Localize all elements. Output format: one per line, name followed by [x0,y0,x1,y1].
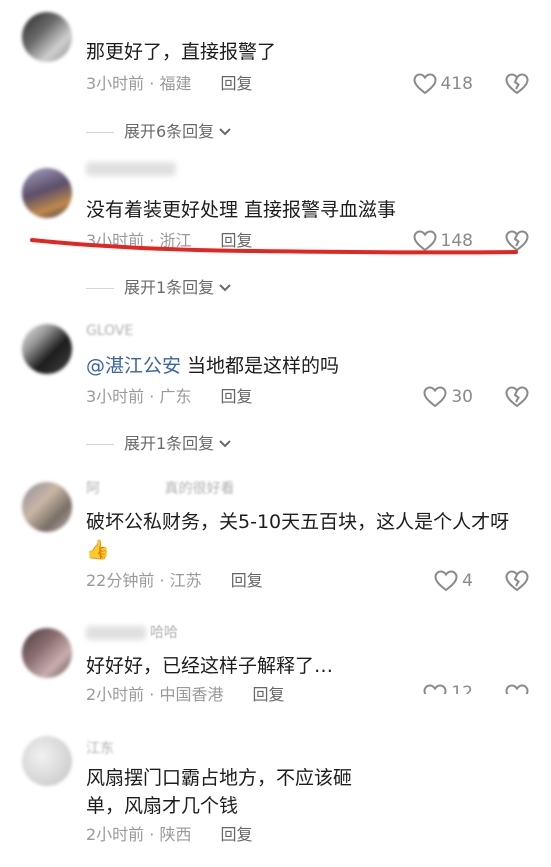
comment-time: 22分钟前 · 江苏 [86,571,202,590]
thumbs-up-emoji: 👍 [86,539,110,561]
divider [86,287,114,289]
comment-body: 破坏公私财务，关5-10天五百块，这人是个人才呀 [86,511,510,533]
user-name[interactable] [86,162,176,176]
comment-body: 当地都是这样的吗 [181,355,340,377]
user-name[interactable]: 哈哈 [150,622,178,644]
avatar[interactable] [22,12,72,62]
like-button[interactable]: 12 [423,684,473,694]
reply-button[interactable]: 回复 [221,74,253,93]
comment-meta: 3小时前 · 广东 回复 [86,386,253,408]
reply-button[interactable]: 回复 [221,825,253,844]
heart-icon [423,684,447,694]
reply-button[interactable]: 回复 [253,685,285,704]
expand-label: 展开6条回复 [124,122,215,141]
comment-time: 3小时前 · 广东 [86,387,192,406]
broken-heart-icon [505,684,529,694]
chevron-down-icon [219,440,231,448]
broken-heart-icon [505,386,529,408]
comment-text: 风扇摆门口霸占地方，不应该砸单，风扇才几个钱 [86,767,353,817]
user-name[interactable]: 江东 [86,738,114,760]
like-count: 12 [451,684,473,694]
avatar[interactable] [22,482,72,532]
heart-icon [423,386,447,408]
comment-meta: 22分钟前 · 江苏 回复 [86,570,263,592]
divider [86,443,114,445]
comment-text: 没有着装更好处理 直接报警寻血滋事 [86,199,397,221]
avatar[interactable] [22,324,72,374]
avatar[interactable] [22,628,72,678]
heart-icon [413,73,437,95]
expand-replies[interactable]: 展开1条回复 [86,433,232,455]
expand-label: 展开1条回复 [124,434,215,453]
user-name-start: 阿 [86,481,100,497]
comment-text: 好好好，已经这样子解释了… [86,655,334,677]
dislike-button[interactable] [505,684,529,694]
comment-time: 2小时前 · 中国香港 [86,685,224,704]
chevron-down-icon [219,128,231,136]
comment-meta: 3小时前 · 福建 回复 [86,73,253,95]
dislike-button[interactable] [505,73,529,99]
user-name-end: 真的很好看 [164,481,235,497]
comment-time: 3小时前 · 福建 [86,74,192,93]
comment-text: 破坏公私财务，关5-10天五百块，这人是个人才呀 👍 [86,508,523,564]
like-count: 4 [462,571,473,591]
like-count: 418 [440,74,473,94]
reply-button[interactable]: 回复 [231,571,263,590]
like-count: 30 [451,387,473,407]
dislike-button[interactable] [505,570,529,596]
broken-heart-icon [505,570,529,592]
red-annotation-line [30,238,518,255]
like-button[interactable]: 418 [413,73,473,95]
user-name[interactable]: GLOVE [86,320,133,342]
expand-replies[interactable]: 展开1条回复 [86,277,232,299]
like-button[interactable]: 30 [423,386,473,408]
expand-replies[interactable]: 展开6条回复 [86,121,232,143]
user-name-blur [86,626,146,640]
chevron-down-icon [219,284,231,292]
reply-button[interactable]: 回复 [221,387,253,406]
divider [86,131,114,133]
heart-icon [434,570,458,592]
expand-label: 展开1条回复 [124,278,215,297]
like-button[interactable]: 4 [434,570,473,592]
comment-time: 2小时前 · 陕西 [86,825,192,844]
avatar[interactable] [22,736,72,786]
dislike-button[interactable] [505,386,529,412]
comment-text: 那更好了，直接报警了 [86,41,277,63]
comment-meta: 2小时前 · 中国香港 回复 [86,684,285,706]
comment-text: @湛江公安 当地都是这样的吗 [86,352,523,380]
user-name[interactable]: 阿 真的很好看 [86,478,234,500]
comment-meta: 2小时前 · 陕西 回复 [86,824,253,846]
avatar[interactable] [22,168,72,218]
mention-link[interactable]: @湛江公安 [86,355,181,377]
broken-heart-icon [505,73,529,95]
